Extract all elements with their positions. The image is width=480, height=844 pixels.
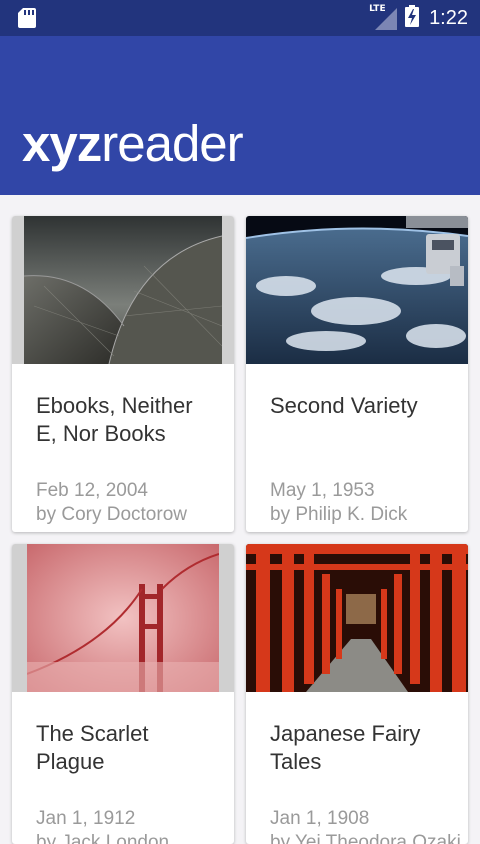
article-author: by Yei Theodora Ozaki <box>270 832 461 844</box>
article-date: Jan 1, 1912 <box>36 808 136 829</box>
article-date: May 1, 1953 <box>270 480 375 501</box>
article-author: by Jack London <box>36 832 170 844</box>
signal-icon <box>373 8 398 34</box>
article-title: Japanese Fairy Tales <box>270 721 421 774</box>
article-thumbnail <box>246 544 468 692</box>
article-thumbnail <box>12 544 234 692</box>
article-author: by Philip K. Dick <box>270 504 408 525</box>
clock: 1:22 <box>429 6 468 29</box>
app-logo: xyzreader <box>22 115 244 172</box>
article-date: Feb 12, 2004 <box>36 480 148 501</box>
article-card[interactable]: The Scarlet Plague Jan 1, 1912 by Jack L… <box>12 544 234 844</box>
article-title: Ebooks, Neither E, Nor Books <box>36 393 193 446</box>
article-grid: Ebooks, Neither E, Nor Books Feb 12, 200… <box>0 195 480 844</box>
article-date: Jan 1, 1908 <box>270 808 370 829</box>
article-title: The Scarlet Plague <box>36 721 149 774</box>
article-title: Second Variety <box>270 393 418 418</box>
article-thumbnail <box>246 216 468 364</box>
logo-xyz: xyz <box>22 115 102 172</box>
article-card[interactable]: Ebooks, Neither E, Nor Books Feb 12, 200… <box>12 216 234 532</box>
sd-card-icon <box>18 8 36 32</box>
article-card[interactable]: Japanese Fairy Tales Jan 1, 1908 by Yei … <box>246 544 468 844</box>
app-bar: xyzreader <box>0 36 480 195</box>
article-card[interactable]: Second Variety May 1, 1953 by Philip K. … <box>246 216 468 532</box>
battery-charging-icon <box>405 5 420 31</box>
status-bar: LTE 1:22 <box>0 0 480 36</box>
article-thumbnail <box>12 216 234 364</box>
logo-reader: reader <box>101 115 243 172</box>
article-author: by Cory Doctorow <box>36 504 187 525</box>
